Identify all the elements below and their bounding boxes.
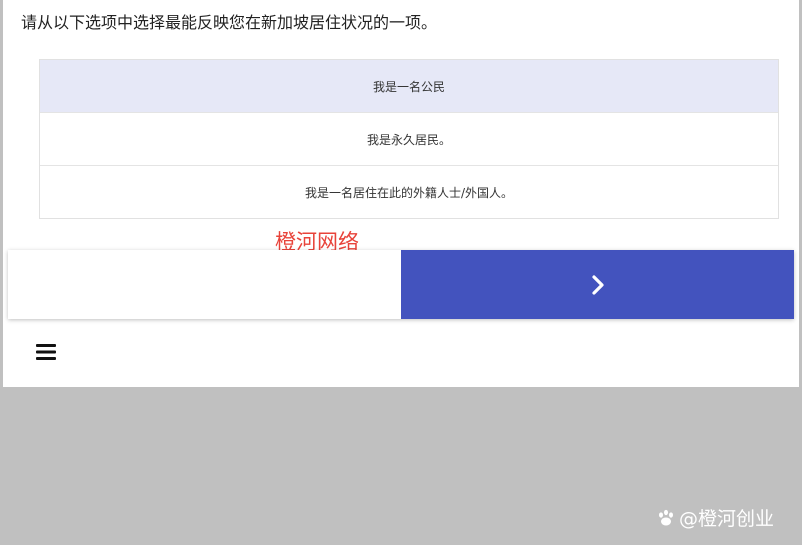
- survey-card: 请从以下选项中选择最能反映您在新加坡居住状况的一项。 我是一名公民 我是永久居民…: [3, 0, 799, 387]
- bottom-watermark-text: @橙河创业: [679, 508, 775, 530]
- options-list: 我是一名公民 我是永久居民。 我是一名居住在此的外籍人士/外国人。: [39, 59, 779, 219]
- paw-icon: [659, 509, 673, 525]
- option-label: 我是一名居住在此的外籍人士/外国人。: [304, 185, 514, 200]
- option-label: 我是一名公民: [372, 79, 445, 94]
- option-label: 我是永久居民。: [366, 132, 451, 147]
- option-foreigner[interactable]: 我是一名居住在此的外籍人士/外国人。: [40, 166, 778, 218]
- back-button[interactable]: [8, 250, 401, 319]
- navigation-bar: [8, 250, 794, 319]
- hamburger-menu-icon: [36, 344, 56, 360]
- question-text: 请从以下选项中选择最能反映您在新加坡居住状况的一项。: [21, 13, 438, 32]
- bottom-watermark: @橙河创业: [656, 504, 774, 531]
- option-citizen[interactable]: 我是一名公民: [40, 60, 778, 113]
- chevron-right-icon: [591, 274, 604, 295]
- menu-button[interactable]: [33, 340, 59, 364]
- next-button[interactable]: [401, 250, 794, 319]
- option-permanent-resident[interactable]: 我是永久居民。: [40, 113, 778, 166]
